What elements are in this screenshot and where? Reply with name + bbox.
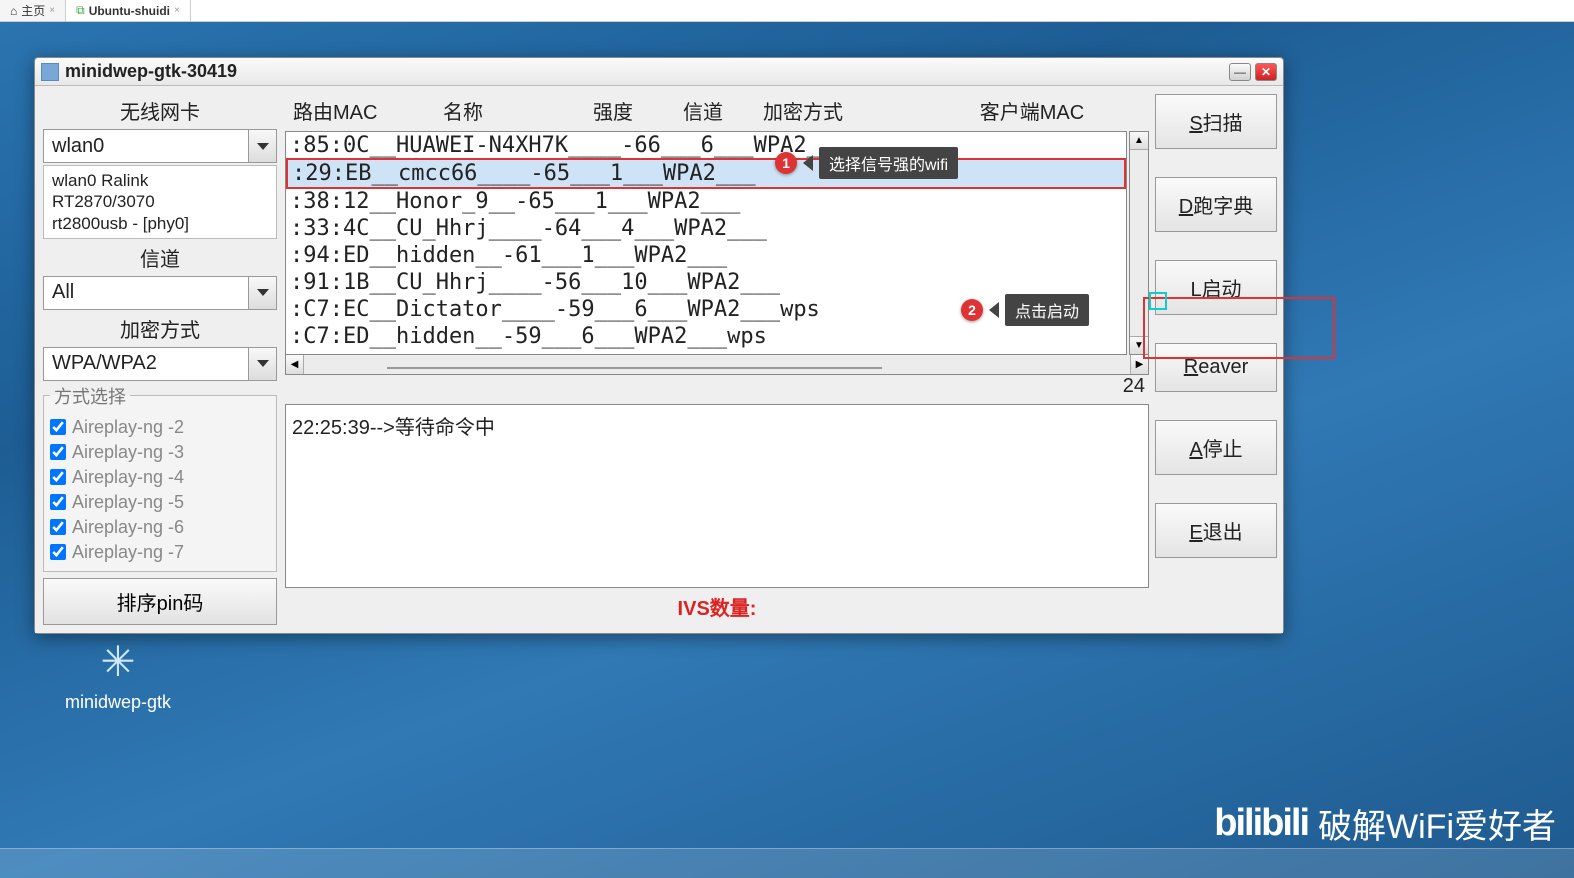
- header-name: 名称: [443, 96, 593, 125]
- method-item[interactable]: Aireplay-ng -4: [50, 465, 270, 490]
- channel-select[interactable]: All: [43, 276, 277, 310]
- checkbox[interactable]: [50, 469, 66, 485]
- channel-label: 信道: [43, 243, 277, 272]
- stop-button[interactable]: A停止: [1155, 420, 1277, 475]
- scroll-thumb-h[interactable]: [387, 367, 883, 369]
- browser-tab-strip: ⌂ 主页 × ⧉ Ubuntu-shuidi ×: [0, 0, 1574, 22]
- horizontal-scrollbar[interactable]: ◀ ▶: [285, 355, 1149, 375]
- chevron-down-icon[interactable]: [248, 277, 276, 309]
- desktop: minidwep-gtk-30419 — ✕ 无线网卡 wlan0 wlan0 …: [0, 22, 1574, 878]
- close-icon[interactable]: ×: [49, 5, 55, 16]
- annotation-text: 选择信号强的wifi: [819, 147, 958, 179]
- annotation-badge: 1: [775, 152, 797, 174]
- desktop-icon-label: minidwep-gtk: [65, 692, 171, 713]
- window-title: minidwep-gtk-30419: [65, 61, 1229, 82]
- checkbox[interactable]: [50, 419, 66, 435]
- sort-pin-button[interactable]: 排序pin码: [43, 578, 277, 625]
- annotation-arrow-icon: [803, 155, 813, 171]
- teal-marker: [1149, 292, 1167, 310]
- column-headers: 路由MAC 名称 强度 信道 加密方式 客户端MAC: [285, 94, 1149, 131]
- watermark-text: 破解WiFi爱好者: [1318, 799, 1556, 848]
- left-panel: 无线网卡 wlan0 wlan0 Ralink RT2870/3070 rt28…: [39, 90, 281, 629]
- titlebar[interactable]: minidwep-gtk-30419 — ✕: [35, 58, 1283, 86]
- method-legend: 方式选择: [50, 383, 130, 409]
- method-group: 方式选择 Aireplay-ng -2 Aireplay-ng -3 Airep…: [43, 383, 277, 572]
- network-row[interactable]: :94:ED__hidden__-61___1___WPA2___: [286, 242, 1126, 269]
- desktop-shortcut[interactable]: ✳ minidwep-gtk: [65, 637, 171, 713]
- method-item[interactable]: Aireplay-ng -2: [50, 415, 270, 440]
- splash-icon: ✳: [65, 637, 171, 686]
- header-router-mac: 路由MAC: [293, 96, 443, 125]
- checkbox[interactable]: [50, 544, 66, 560]
- vertical-scrollbar[interactable]: ▲ ▼: [1129, 131, 1149, 355]
- chevron-down-icon[interactable]: [248, 130, 276, 162]
- adapter-select[interactable]: wlan0: [43, 129, 277, 163]
- chevron-down-icon[interactable]: [248, 348, 276, 380]
- method-item[interactable]: Aireplay-ng -7: [50, 540, 270, 565]
- main-panel: 路由MAC 名称 强度 信道 加密方式 客户端MAC :85:0C__HUAWE…: [281, 90, 1153, 629]
- close-icon[interactable]: ×: [174, 5, 180, 16]
- annotation-1: 1 选择信号强的wifi: [775, 147, 958, 179]
- method-item[interactable]: Aireplay-ng -3: [50, 440, 270, 465]
- header-channel: 信道: [683, 96, 763, 125]
- log-line: 22:25:39-->等待命令中: [292, 417, 495, 439]
- network-row[interactable]: :85:0C__HUAWEI-N4XH7K____-66___6___WPA2_…: [286, 132, 1126, 159]
- network-row[interactable]: :33:4C__CU_Hhrj____-64___4___WPA2___: [286, 215, 1126, 242]
- browser-tab-ubuntu[interactable]: ⧉ Ubuntu-shuidi ×: [66, 0, 191, 21]
- header-encryption: 加密方式: [763, 96, 923, 125]
- encryption-select[interactable]: WPA/WPA2: [43, 347, 277, 381]
- dict-button[interactable]: D跑字典: [1155, 177, 1277, 232]
- header-client-mac: 客户端MAC: [923, 96, 1141, 125]
- watermark: bilibili 破解WiFi爱好者: [1214, 799, 1556, 848]
- checkbox[interactable]: [50, 519, 66, 535]
- taskbar[interactable]: [0, 848, 1574, 878]
- launch-button[interactable]: L启动: [1155, 260, 1277, 315]
- network-row[interactable]: :C7:ED__hidden__-59___6___WPA2___wps: [286, 323, 1126, 350]
- reaver-button[interactable]: Reaver: [1155, 343, 1277, 392]
- log-output: 22:25:39-->等待命令中: [285, 404, 1149, 588]
- app-window: minidwep-gtk-30419 — ✕ 无线网卡 wlan0 wlan0 …: [34, 57, 1284, 634]
- annotation-2: 2 点击启动: [961, 294, 1089, 326]
- checkbox[interactable]: [50, 444, 66, 460]
- annotation-arrow-icon: [989, 302, 999, 318]
- scroll-down-icon[interactable]: ▼: [1130, 336, 1148, 354]
- adapter-value: wlan0: [44, 130, 248, 162]
- method-item[interactable]: Aireplay-ng -6: [50, 515, 270, 540]
- network-row[interactable]: :91:1B__CU_Hhrj____-56___10___WPA2___: [286, 269, 1126, 296]
- scroll-left-icon[interactable]: ◀: [286, 355, 304, 374]
- annotation-badge: 2: [961, 299, 983, 321]
- annotation-text: 点击启动: [1005, 294, 1089, 326]
- encryption-value: WPA/WPA2: [44, 348, 248, 380]
- bilibili-logo-icon: bilibili: [1214, 802, 1308, 845]
- app-icon: [41, 63, 59, 81]
- home-icon: ⌂: [10, 4, 17, 18]
- browser-tab-home[interactable]: ⌂ 主页 ×: [0, 0, 66, 21]
- exit-button[interactable]: E退出: [1155, 503, 1277, 558]
- tab-label: Ubuntu-shuidi: [89, 4, 170, 18]
- vm-icon: ⧉: [76, 3, 85, 18]
- close-button[interactable]: ✕: [1255, 63, 1277, 81]
- channel-value: All: [44, 277, 248, 309]
- header-strength: 强度: [593, 96, 683, 125]
- network-count: 24: [285, 375, 1149, 400]
- wireless-adapter-label: 无线网卡: [43, 96, 277, 125]
- adapter-info: wlan0 Ralink RT2870/3070 rt2800usb - [ph…: [43, 165, 277, 239]
- network-row[interactable]: :38:12__Honor_9__-65___1___WPA2___: [286, 188, 1126, 215]
- right-panel: S扫描 D跑字典 L启动 Reaver A停止 E退出: [1153, 90, 1279, 629]
- method-item[interactable]: Aireplay-ng -5: [50, 490, 270, 515]
- network-row-selected[interactable]: :29:EB__cmcc66____-65___1___WPA2___: [286, 158, 1126, 189]
- scan-button[interactable]: S扫描: [1155, 94, 1277, 149]
- tab-label: 主页: [21, 2, 45, 19]
- ivs-count-label: IVS数量:: [285, 588, 1149, 625]
- scroll-right-icon[interactable]: ▶: [1130, 355, 1148, 374]
- encryption-label: 加密方式: [43, 314, 277, 343]
- scroll-thumb[interactable]: [1130, 150, 1148, 336]
- minimize-button[interactable]: —: [1229, 63, 1251, 81]
- checkbox[interactable]: [50, 494, 66, 510]
- scroll-up-icon[interactable]: ▲: [1130, 132, 1148, 150]
